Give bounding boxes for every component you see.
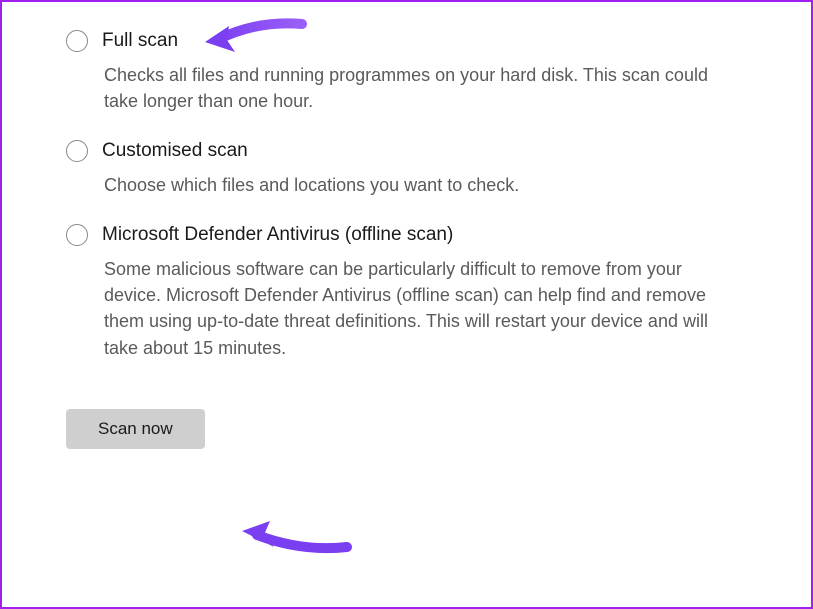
option-title-offline: Microsoft Defender Antivirus (offline sc…	[102, 224, 453, 246]
option-desc-offline: Some malicious software can be particula…	[104, 256, 724, 360]
radio-full-scan[interactable]	[66, 30, 88, 52]
option-desc-custom: Choose which files and locations you wan…	[104, 172, 724, 198]
radio-row: Microsoft Defender Antivirus (offline sc…	[66, 224, 747, 246]
radio-row: Customised scan	[66, 140, 747, 162]
radio-row: Full scan	[66, 30, 747, 52]
scan-option-offline: Microsoft Defender Antivirus (offline sc…	[66, 224, 747, 360]
annotation-arrow-icon	[232, 507, 352, 562]
option-title-custom: Customised scan	[102, 140, 248, 162]
radio-offline-scan[interactable]	[66, 224, 88, 246]
radio-customised-scan[interactable]	[66, 140, 88, 162]
scan-option-full: Full scan Checks all files and running p…	[66, 30, 747, 114]
option-title-full: Full scan	[102, 30, 178, 52]
scan-now-button[interactable]: Scan now	[66, 409, 205, 449]
scan-option-custom: Customised scan Choose which files and l…	[66, 140, 747, 198]
option-desc-full: Checks all files and running programmes …	[104, 62, 724, 114]
